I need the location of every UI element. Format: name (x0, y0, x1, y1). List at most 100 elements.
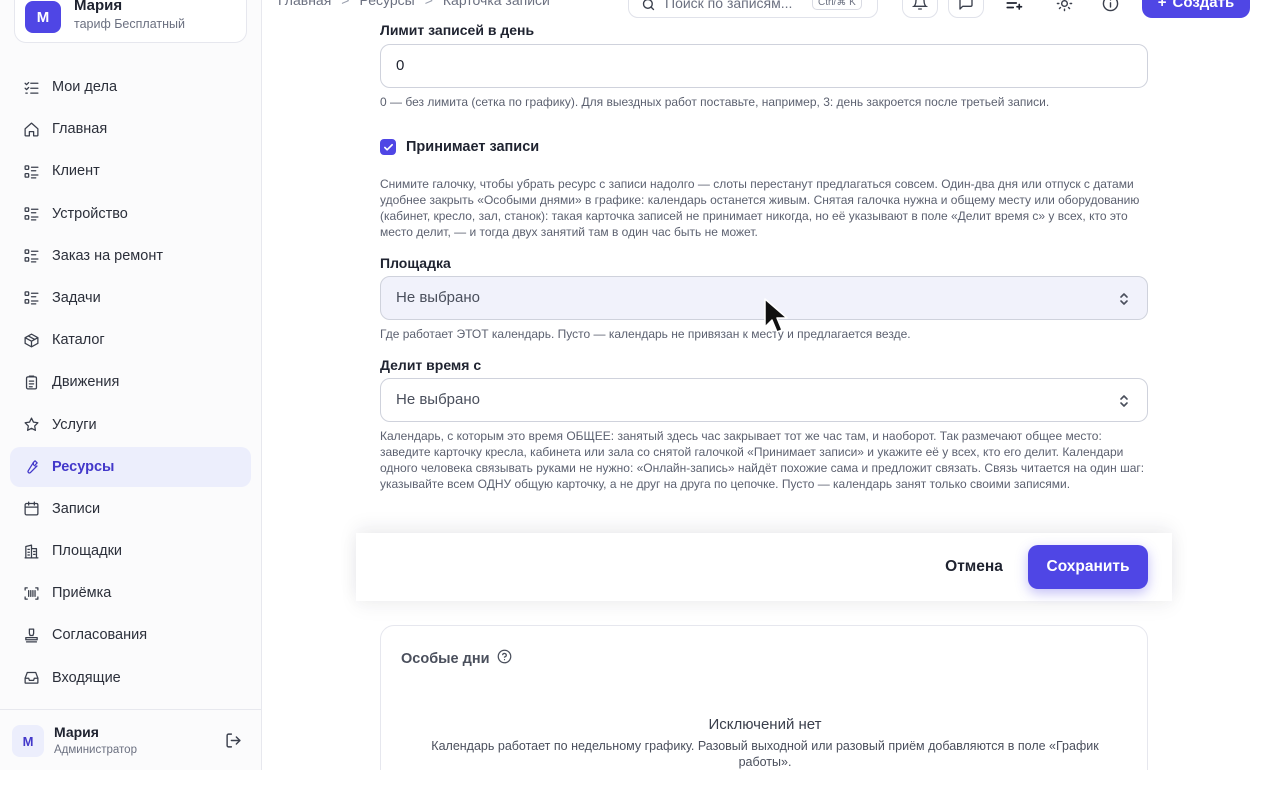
breadcrumb-current: Карточка записи (442, 0, 550, 8)
special-days-empty-text: Календарь работает по недельному графику… (431, 739, 1099, 769)
notifications-button[interactable] (902, 0, 938, 18)
accepts-bookings-row[interactable]: Принимает записи (380, 139, 539, 155)
venue-hint: Где работает ЭТОТ календарь. Пусто — кал… (380, 327, 911, 341)
sidebar-item-venues[interactable]: Площадки (10, 531, 251, 571)
breadcrumb-resources[interactable]: Ресурсы (359, 0, 414, 8)
sidebar-item-repair-order[interactable]: Заказ на ремонт (10, 236, 251, 276)
logout-icon[interactable] (223, 730, 243, 750)
sidebar-item-label: Приёмка (52, 585, 112, 602)
main-content: Лимит записей в день 0 0 — без лимита (с… (262, 18, 1280, 770)
help-button[interactable] (1092, 0, 1128, 18)
sidebar-item-label: Задачи (52, 289, 101, 306)
sidebar-item-label: Записи (52, 500, 101, 517)
list-icon (22, 289, 40, 307)
search-icon (641, 0, 656, 17)
sidebar-nav: Мои дела Главная Клиент Устройство Заказ на … (10, 67, 251, 700)
sidebar-item-my-tasks[interactable]: Мои дела (10, 67, 251, 107)
help-icon[interactable] (497, 649, 512, 668)
special-days-title: Особые дни (401, 650, 490, 667)
user-panel: М Мария Администратор (0, 709, 262, 770)
accepts-bookings-checkbox[interactable] (380, 139, 396, 155)
sidebar-item-label: Движения (52, 374, 120, 391)
cancel-button[interactable]: Отмена (930, 547, 1018, 587)
special-days-empty-title: Исключений нет (708, 716, 822, 733)
sidebar-item-label: Устройство (52, 205, 128, 222)
org-switcher[interactable]: М Мария тариф Бесплатный (14, 0, 247, 43)
star-icon (22, 416, 40, 434)
sidebar-item-label: Входящие (52, 669, 121, 686)
sidebar-item-label: Заказ на ремонт (52, 247, 163, 264)
org-name: Мария (74, 0, 123, 14)
sidebar: М Мария тариф Бесплатный Мои дела Главная… (0, 0, 262, 770)
sidebar-item-label: Услуги (52, 416, 97, 433)
save-button[interactable]: Сохранить (1028, 545, 1148, 589)
wrench-icon (22, 458, 40, 476)
venue-select[interactable]: Не выбрано (380, 276, 1148, 320)
daily-limit-input[interactable]: 0 (380, 44, 1148, 88)
special-days-card: Особые дни Исключений нет Календарь рабо… (380, 625, 1148, 770)
tasks-add-button[interactable] (996, 0, 1032, 18)
list-icon (22, 247, 40, 265)
theme-toggle-button[interactable] (1046, 0, 1082, 18)
venue-select-value: Не выбрано (396, 289, 480, 306)
shares-time-select-value: Не выбрано (396, 391, 480, 408)
inbox-icon (22, 669, 40, 687)
accepts-bookings-label: Принимает записи (406, 139, 540, 155)
sidebar-item-inbox[interactable]: Входящие (10, 658, 251, 698)
user-name: Мария (54, 724, 99, 740)
sidebar-item-label: Ресурсы (52, 458, 115, 475)
chevron-up-down-icon (1117, 393, 1131, 414)
list-icon (22, 205, 40, 223)
chevron-up-down-icon (1117, 291, 1131, 312)
sidebar-item-label: Каталог (52, 332, 105, 349)
venue-label: Площадка (380, 255, 451, 271)
sidebar-item-label: Главная (52, 121, 108, 138)
daily-limit-hint: 0 — без лимита (сетка по графику). Для в… (380, 95, 1050, 109)
breadcrumb-separator: > (424, 0, 433, 8)
avatar[interactable]: М (12, 725, 44, 757)
sidebar-item-movements[interactable]: Движения (10, 362, 251, 402)
sidebar-item-device[interactable]: Устройство (10, 194, 251, 234)
special-days-title-row: Особые дни (401, 649, 512, 668)
box-icon (22, 331, 40, 349)
sidebar-item-resources[interactable]: Ресурсы (10, 446, 251, 487)
org-avatar: М (25, 1, 61, 33)
barcode-icon (22, 584, 40, 602)
accepts-bookings-hint: Снимите галочку, чтобы убрать ресурс с з… (380, 177, 1140, 239)
create-button-label: Создать (1172, 0, 1235, 11)
calendar-icon (22, 500, 40, 518)
sidebar-item-label: Согласования (52, 627, 148, 644)
sidebar-item-catalog[interactable]: Каталог (10, 320, 251, 360)
building-icon (22, 542, 40, 560)
user-role: Администратор (54, 744, 137, 756)
org-plan: тариф Бесплатный (74, 17, 185, 31)
breadcrumb-separator: > (341, 0, 350, 8)
sidebar-item-approvals[interactable]: Согласования (10, 615, 251, 655)
sidebar-item-bookings[interactable]: Записи (10, 489, 251, 529)
sidebar-item-label: Площадки (52, 543, 123, 560)
sidebar-item-client[interactable]: Клиент (10, 151, 251, 191)
plus-icon: + (1157, 0, 1167, 11)
sidebar-item-home[interactable]: Главная (10, 109, 251, 149)
create-button[interactable]: + Создать (1142, 0, 1250, 18)
home-icon (22, 120, 40, 138)
clipboard-icon (22, 373, 40, 391)
sidebar-item-tasks[interactable]: Задачи (10, 278, 251, 318)
chat-button[interactable] (948, 0, 984, 18)
list-icon (22, 162, 40, 180)
form-actions-bar: Отмена Сохранить (356, 533, 1172, 601)
sidebar-item-services[interactable]: Услуги (10, 405, 251, 445)
sidebar-item-label: Клиент (52, 163, 100, 180)
breadcrumb: Главная > Ресурсы > Карточка записи (278, 0, 550, 8)
search-input[interactable]: Поиск по записям... Ctrl/⌘ K (628, 0, 878, 18)
breadcrumb-home[interactable]: Главная (278, 0, 331, 8)
sidebar-item-label: Мои дела (52, 79, 118, 95)
checklist-icon (22, 78, 40, 96)
shares-time-label: Делит время с (380, 357, 482, 373)
shares-time-hint: Календарь, с которым это время ОБЩЕЕ: за… (380, 429, 1145, 491)
search-shortcut: Ctrl/⌘ K (812, 0, 862, 10)
topbar: Главная > Ресурсы > Карточка записи Поиск по… (262, 0, 1280, 18)
shares-time-select[interactable]: Не выбрано (380, 378, 1148, 422)
sidebar-item-intake[interactable]: Приёмка (10, 573, 251, 613)
daily-limit-label: Лимит записей в день (380, 22, 535, 38)
